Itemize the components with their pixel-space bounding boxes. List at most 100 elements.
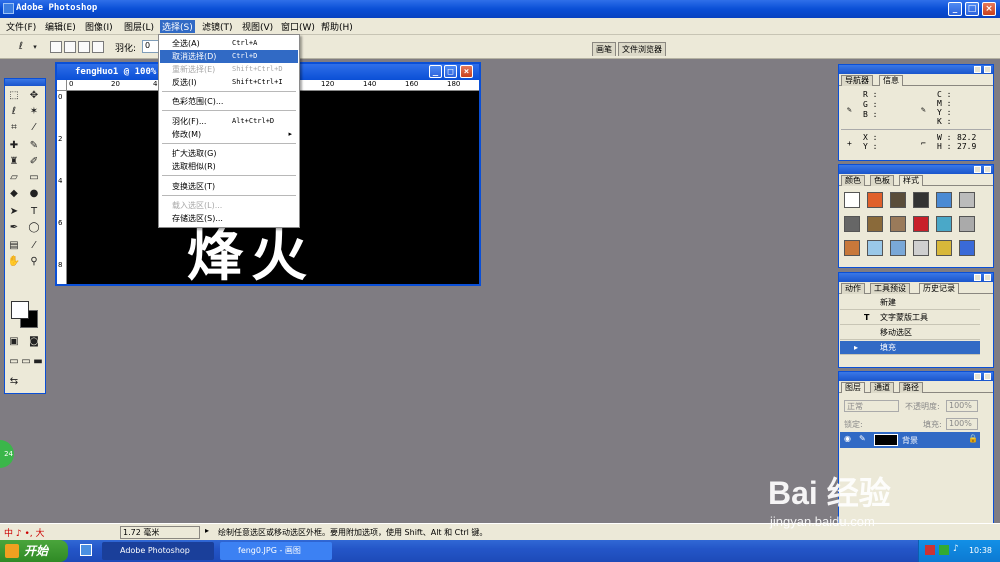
shape-tool-icon[interactable]: ◯ (27, 221, 41, 235)
tray-icon[interactable] (939, 545, 949, 555)
dodge-tool-icon[interactable]: ● (27, 187, 41, 201)
panel-close-button[interactable] (984, 373, 991, 380)
menu-edit[interactable]: 编辑(E) (43, 20, 78, 33)
lasso-tool-icon[interactable]: ℓ (7, 105, 21, 119)
pen-tool-icon[interactable]: ✒ (7, 221, 21, 235)
menu-item-save-selection[interactable]: 存储选区(S)... (160, 212, 298, 225)
style-swatch[interactable] (867, 240, 883, 256)
style-swatch[interactable] (959, 216, 975, 232)
panel-minimize-button[interactable] (974, 66, 981, 73)
tray-icon[interactable] (925, 545, 935, 555)
history-state-current[interactable]: ▸ 填充 (840, 341, 980, 355)
tab-navigator[interactable]: 导航器 (841, 75, 873, 86)
menu-item-modify[interactable]: 修改(M) ▸ (160, 128, 298, 141)
style-swatch[interactable] (890, 240, 906, 256)
style-swatch[interactable] (890, 192, 906, 208)
screen-mode-full-icon[interactable]: ▬ (31, 355, 45, 369)
path-select-tool-icon[interactable]: ➤ (7, 205, 21, 219)
zoom-tool-icon[interactable]: ⚲ (27, 255, 41, 269)
taskbar-item-paint[interactable]: feng0.JPG - 画图 (220, 542, 332, 560)
preset-dropdown-icon[interactable]: ▾ (28, 40, 42, 54)
menu-window[interactable]: 窗口(W) (279, 20, 317, 33)
doc-minimize-button[interactable]: _ (429, 65, 442, 78)
move-tool-icon[interactable]: ✥ (27, 89, 41, 103)
intersect-selection-icon[interactable] (92, 41, 104, 53)
add-selection-icon[interactable] (64, 41, 76, 53)
panel-close-button[interactable] (984, 274, 991, 281)
taskbar-item-photoshop[interactable]: Adobe Photoshop (102, 542, 214, 560)
tab-history[interactable]: 历史记录 (919, 283, 959, 294)
style-swatch-none[interactable] (844, 192, 860, 208)
panel-titlebar[interactable] (839, 165, 993, 174)
style-swatch[interactable] (936, 216, 952, 232)
notes-tool-icon[interactable]: ▤ (7, 239, 21, 253)
visibility-eye-icon[interactable]: ◉ (844, 434, 851, 443)
menu-item-deselect[interactable]: 取消选择(D) Ctrl+D (160, 50, 298, 63)
maximize-button[interactable]: □ (965, 2, 979, 16)
status-arrow-icon[interactable]: ▸ (205, 526, 209, 535)
panel-minimize-button[interactable] (974, 166, 981, 173)
style-swatch[interactable] (936, 240, 952, 256)
history-state[interactable]: T 文字蒙版工具 (840, 311, 980, 325)
tab-styles[interactable]: 样式 (899, 175, 923, 186)
type-tool-icon[interactable]: T (27, 205, 41, 219)
jump-to-imageready-icon[interactable]: ⇆ (7, 375, 21, 389)
menu-item-transform-selection[interactable]: 变换选区(T) (160, 180, 298, 193)
menu-image[interactable]: 图像(I) (83, 20, 115, 33)
menu-view[interactable]: 视图(V) (240, 20, 275, 33)
panel-minimize-button[interactable] (974, 274, 981, 281)
fill-input[interactable]: 100% (946, 418, 978, 430)
panel-titlebar[interactable] (839, 65, 993, 74)
brushes-well-tab[interactable]: 画笔 (592, 42, 616, 56)
clone-stamp-tool-icon[interactable]: ♜ (7, 155, 21, 169)
style-swatch[interactable] (890, 216, 906, 232)
panel-close-button[interactable] (984, 166, 991, 173)
menu-item-inverse[interactable]: 反选(I) Shift+Ctrl+I (160, 76, 298, 89)
menu-select[interactable]: 选择(S) (160, 20, 195, 33)
toolbox-titlebar[interactable] (5, 79, 45, 86)
doc-close-button[interactable]: × (460, 65, 473, 78)
side-badge[interactable]: 24 (0, 440, 14, 468)
tab-tool-presets[interactable]: 工具预设 (870, 283, 910, 294)
doc-maximize-button[interactable]: □ (444, 65, 457, 78)
magic-wand-tool-icon[interactable]: ✶ (27, 105, 41, 119)
subtract-selection-icon[interactable] (78, 41, 90, 53)
tab-channels[interactable]: 通道 (870, 382, 894, 393)
tab-actions[interactable]: 动作 (841, 283, 865, 294)
style-swatch[interactable] (913, 216, 929, 232)
start-button[interactable]: 开始 (0, 540, 68, 562)
quick-mask-mode-icon[interactable]: ◙ (27, 335, 41, 349)
history-state[interactable]: 新建 (840, 296, 980, 310)
menu-help[interactable]: 帮助(H) (319, 20, 355, 33)
panel-titlebar[interactable] (839, 372, 993, 381)
tab-info[interactable]: 信息 (879, 75, 903, 86)
style-swatch[interactable] (867, 216, 883, 232)
lasso-preset-icon[interactable]: ℓ (14, 40, 28, 54)
layer-row-background[interactable]: ◉ ✎ 背景 🔒 (840, 432, 980, 448)
ime-status[interactable]: 中 ♪ •, 大 (4, 526, 45, 539)
standard-mode-icon[interactable]: ▣ (7, 335, 21, 349)
vertical-ruler[interactable]: 0 2 4 6 8 (57, 91, 67, 284)
gradient-tool-icon[interactable]: ▭ (27, 171, 41, 185)
eyedropper-tool-icon[interactable]: ⁄ (27, 239, 41, 253)
style-swatch[interactable] (844, 216, 860, 232)
quicklaunch-icon[interactable] (80, 544, 92, 556)
eraser-tool-icon[interactable]: ▱ (7, 171, 21, 185)
blur-tool-icon[interactable]: ◆ (7, 187, 21, 201)
menu-layer[interactable]: 图层(L) (122, 20, 156, 33)
minimize-button[interactable]: _ (948, 2, 962, 16)
slice-tool-icon[interactable]: ⁄ (27, 121, 41, 135)
history-state[interactable]: 移动选区 (840, 326, 980, 340)
style-swatch[interactable] (867, 192, 883, 208)
file-browser-well-tab[interactable]: 文件浏览器 (618, 42, 666, 56)
zoom-field[interactable]: 1.72 毫米 (120, 526, 200, 539)
style-swatch[interactable] (959, 240, 975, 256)
style-swatch[interactable] (913, 240, 929, 256)
style-swatch[interactable] (844, 240, 860, 256)
tab-paths[interactable]: 路径 (899, 382, 923, 393)
marquee-tool-icon[interactable]: ⬚ (7, 89, 21, 103)
tab-swatches[interactable]: 色板 (870, 175, 894, 186)
healing-brush-tool-icon[interactable]: ✚ (7, 139, 21, 153)
volume-icon[interactable]: ♪ (953, 544, 959, 554)
menu-item-feather[interactable]: 羽化(F)... Alt+Ctrl+D (160, 115, 298, 128)
